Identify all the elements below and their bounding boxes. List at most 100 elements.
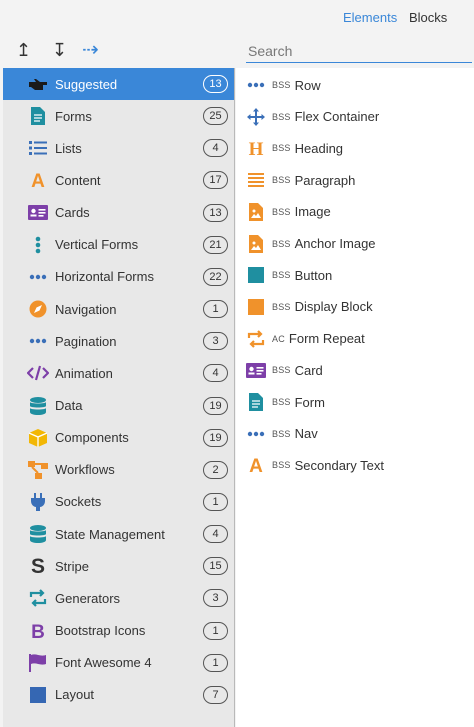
cube-icon [27, 427, 49, 449]
sidebar-item-suggested[interactable]: Suggested 13 [3, 68, 234, 100]
sidebar-item-lists[interactable]: Lists 4 [3, 132, 234, 164]
workflow-icon [27, 459, 49, 481]
sidebar-item-label: Stripe [55, 558, 89, 574]
form-document-icon [27, 105, 49, 127]
sidebar-item-label: Generators [55, 590, 121, 606]
paragraph-lines-icon [246, 170, 266, 190]
count-badge: 19 [203, 428, 228, 447]
panel-tabs: Elements Blocks [0, 0, 474, 36]
element-item-heading[interactable]: H BSS Heading [236, 133, 474, 163]
count-badge: 1 [203, 300, 228, 319]
element-prefix: BSS [272, 428, 291, 439]
vertical-dots-icon [27, 234, 49, 256]
element-prefix: BSS [272, 175, 291, 186]
sidebar-item-layout[interactable]: Layout 7 [3, 679, 234, 711]
element-label: Anchor Image [294, 236, 376, 251]
element-item-flex-container[interactable]: BSS Flex Container [236, 102, 474, 132]
form-document-icon [246, 392, 266, 412]
element-item-secondary-text[interactable]: A BSS Secondary Text [236, 450, 474, 480]
sidebar-item-bootstrap-icons[interactable]: B Bootstrap Icons 1 [3, 615, 234, 647]
element-item-anchor-image[interactable]: BSS Anchor Image [236, 229, 474, 259]
sidebar-item-workflows[interactable]: Workflows 2 [3, 454, 234, 486]
horizontal-dots-icon [27, 266, 49, 288]
database-icon [27, 523, 49, 545]
element-prefix: BSS [272, 80, 291, 90]
element-label: Image [294, 204, 331, 220]
category-sidebar: Suggested 13 Forms 25 Lists 4 A Content 17 Cards 1… [3, 68, 235, 727]
sidebar-item-state-management[interactable]: State Management 4 [3, 518, 234, 550]
element-prefix: BSS [272, 397, 291, 407]
element-prefix: BSS [272, 301, 291, 312]
flag-icon [27, 652, 49, 674]
stripe-s-icon: S [27, 555, 49, 577]
element-item-image[interactable]: BSS Image [236, 197, 474, 227]
sidebar-item-label: Bootstrap Icons [55, 623, 146, 639]
id-card-icon [27, 202, 49, 224]
sidebar-item-label: Components [55, 430, 129, 446]
sidebar-item-sockets[interactable]: Sockets 1 [3, 486, 234, 518]
orange-square-icon [246, 297, 266, 317]
sidebar-item-generators[interactable]: Generators 3 [3, 582, 234, 614]
letter-a-icon: A [246, 455, 266, 475]
count-badge: 1 [203, 621, 228, 640]
count-badge: 4 [203, 139, 228, 158]
image-file-icon [246, 234, 266, 254]
sidebar-item-label: Sockets [55, 494, 102, 510]
element-label: Form Repeat [288, 331, 365, 347]
sidebar-item-navigation[interactable]: Navigation 1 [3, 293, 234, 325]
element-item-form[interactable]: BSS Form [236, 387, 474, 417]
move-right-icon[interactable]: ⇢ [82, 40, 99, 60]
sidebar-item-font-awesome-4[interactable]: Font Awesome 4 1 [3, 647, 234, 679]
sidebar-item-data[interactable]: Data 19 [3, 390, 234, 422]
sidebar-item-animation[interactable]: Animation 4 [3, 357, 234, 389]
sidebar-item-content[interactable]: A Content 17 [3, 164, 234, 196]
pointing-hand-icon [27, 73, 49, 95]
sidebar-item-label: Font Awesome 4 [55, 655, 152, 671]
tab-elements[interactable]: Elements [343, 10, 397, 25]
database-icon [27, 395, 49, 417]
sidebar-item-horizontal-forms[interactable]: Horizontal Forms 22 [3, 261, 234, 293]
element-label: Row [294, 77, 321, 93]
sidebar-item-components[interactable]: Components 19 [3, 422, 234, 454]
count-badge: 25 [203, 107, 228, 126]
element-item-card[interactable]: BSS Card [236, 355, 474, 385]
tab-blocks[interactable]: Blocks [409, 10, 447, 25]
sidebar-item-stripe[interactable]: S Stripe 15 [3, 550, 234, 582]
svg-text:S: S [31, 556, 45, 576]
sidebar-item-forms[interactable]: Forms 25 [3, 100, 234, 132]
count-badge: 3 [203, 332, 228, 351]
sidebar-item-label: Vertical Forms [55, 237, 139, 253]
search-input[interactable] [246, 40, 472, 63]
element-label: Paragraph [294, 172, 356, 188]
element-item-form-repeat[interactable]: AC Form Repeat [236, 324, 474, 354]
element-label: Form [294, 394, 325, 410]
element-label: Display Block [294, 299, 373, 315]
count-badge: 22 [203, 267, 228, 286]
element-item-button[interactable]: BSS Button [236, 260, 474, 290]
count-badge: 4 [203, 525, 228, 544]
sidebar-item-cards[interactable]: Cards 13 [3, 197, 234, 229]
repeat-arrows-icon [246, 329, 266, 349]
count-badge: 1 [203, 492, 228, 511]
element-item-row[interactable]: BSS Row [236, 70, 474, 100]
move-up-icon[interactable]: ↥ [16, 40, 31, 60]
horizontal-dots-icon [246, 424, 266, 444]
element-list: BSS Row BSS Flex Container H BSS Heading BSS Par… [236, 68, 474, 727]
sidebar-item-label: Forms [55, 108, 92, 124]
list-icon [27, 137, 49, 159]
sidebar-item-label: Cards [55, 205, 90, 221]
count-badge: 19 [203, 396, 228, 415]
sidebar-item-label: Suggested [55, 76, 118, 92]
svg-text:A: A [249, 456, 263, 474]
element-item-paragraph[interactable]: BSS Paragraph [236, 165, 474, 195]
element-item-display-block[interactable]: BSS Display Block [236, 292, 474, 322]
element-item-nav[interactable]: BSS Nav [236, 419, 474, 449]
element-prefix: BSS [272, 460, 291, 471]
move-down-icon[interactable]: ↧ [52, 40, 67, 60]
sidebar-item-pagination[interactable]: Pagination 3 [3, 325, 234, 357]
sidebar-item-label: State Management [55, 526, 165, 542]
sidebar-item-vertical-forms[interactable]: Vertical Forms 21 [3, 229, 234, 261]
sidebar-item-label: Content [55, 172, 101, 188]
bootstrap-b-icon: B [27, 620, 49, 642]
sidebar-item-label: Pagination [55, 333, 117, 349]
